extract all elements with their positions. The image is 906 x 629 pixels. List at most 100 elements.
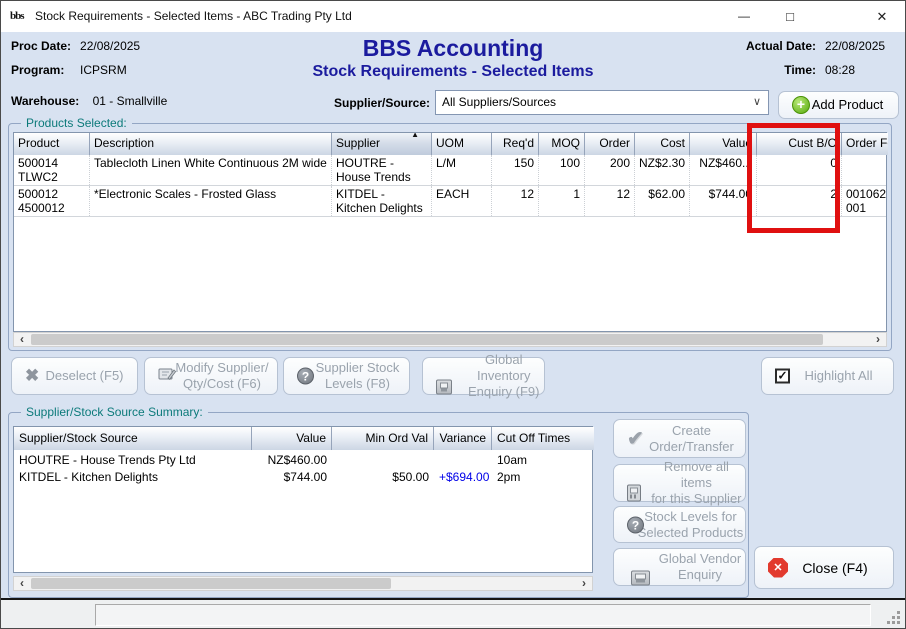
cell-value: $744.00	[252, 469, 332, 486]
col-header-cut-off-times[interactable]: Cut Off Times	[492, 427, 594, 450]
col-header-description[interactable]: Description	[90, 133, 332, 155]
col-header-supplier-label: Supplier	[336, 136, 380, 150]
actual-date-label: Actual Date:	[746, 39, 816, 53]
summary-row[interactable]: KITDEL - Kitchen Delights $744.00 $50.00…	[14, 469, 592, 486]
question-icon: ?	[297, 368, 314, 385]
add-product-button[interactable]: + Add Product	[778, 91, 899, 119]
checkmark-icon: ✔	[627, 431, 644, 447]
checkbox-checked-icon[interactable]: ✓	[775, 369, 790, 384]
page-title: Stock Requirements - Selected Items	[151, 63, 755, 81]
highlight-all-button[interactable]: ✓ Highlight All	[761, 357, 894, 395]
supplier-stock-levels-button[interactable]: ? Supplier Stock Levels (F8)	[283, 357, 410, 395]
window-title: Stock Requirements - Selected Items - AB…	[35, 1, 352, 32]
global-inventory-enquiry-button[interactable]: Global Inventory Enquiry (F9)	[422, 357, 545, 395]
supplier-stock-line2: Levels (F8)	[325, 376, 390, 391]
actual-date-value: 22/08/2025	[825, 39, 897, 53]
window-minimize-button[interactable]: —	[721, 1, 767, 32]
stock-levels-line2: Selected Products	[638, 525, 744, 540]
cell-cost: $62.00	[635, 186, 690, 216]
printer-icon	[436, 379, 452, 394]
product-code-line: 4500012	[18, 201, 85, 215]
col-header-value[interactable]: Value	[252, 427, 332, 450]
summary-hscrollbar[interactable]: ‹ ›	[13, 576, 593, 591]
sort-ascending-icon: ▲	[411, 133, 419, 139]
product-code-line: TLWC2	[18, 170, 85, 184]
global-inventory-line2: Enquiry (F9)	[468, 384, 540, 399]
cell-uom: EACH	[432, 186, 492, 216]
global-vendor-line1: Global Vendor	[659, 551, 741, 566]
col-header-moq[interactable]: MOQ	[539, 133, 585, 155]
cell-moq: 100	[539, 155, 585, 185]
cell-description: *Electronic Scales - Frosted Glass	[90, 186, 332, 216]
deselect-button[interactable]: ✖ Deselect (F5)	[11, 357, 138, 395]
cell-supplier: KITDEL - Kitchen Delights	[332, 186, 432, 216]
col-header-uom[interactable]: UOM	[432, 133, 492, 155]
scroll-left-icon[interactable]: ‹	[14, 333, 30, 346]
modify-supplier-button[interactable]: Modify Supplier/ Qty/Cost (F6)	[144, 357, 278, 395]
window-close-button[interactable]: ✕	[859, 1, 905, 32]
scroll-right-icon[interactable]: ›	[870, 333, 886, 346]
cell-product: 500012 4500012	[14, 186, 90, 216]
cell-min-ord-val	[332, 452, 434, 469]
summary-row[interactable]: HOUTRE - House Trends Pty Ltd NZ$460.00 …	[14, 452, 592, 469]
app-title: BBS Accounting	[151, 35, 755, 62]
stock-levels-label: Stock Levels for Selected Products	[638, 509, 744, 541]
resize-grip[interactable]	[886, 610, 900, 624]
window-maximize-button[interactable]: □	[767, 1, 813, 32]
cell-product: 500014 TLWC2	[14, 155, 90, 185]
supplier-stock-line1: Supplier Stock	[316, 360, 400, 375]
remove-all-line1: Remove all items	[664, 459, 729, 490]
col-header-value[interactable]: Value	[690, 133, 757, 155]
warehouse-row: Warehouse: 01 - Smallville	[11, 94, 167, 108]
cell-source: KITDEL - Kitchen Delights	[14, 469, 252, 486]
remove-all-label: Remove all items for this Supplier	[648, 459, 745, 507]
global-vendor-enquiry-button[interactable]: Global Vendor Enquiry	[613, 548, 746, 586]
col-header-cust-bo[interactable]: Cust B/O	[757, 133, 842, 155]
status-bar	[1, 598, 905, 628]
question-icon: ?	[627, 516, 644, 533]
create-order-transfer-button[interactable]: ✔ Create Order/Transfer	[613, 419, 746, 458]
col-header-cost[interactable]: Cost	[635, 133, 690, 155]
supplier-source-select[interactable]: All Suppliers/Sources ∨	[435, 90, 769, 115]
time-value: 08:28	[825, 63, 897, 77]
close-label: Close (F4)	[802, 560, 867, 576]
printer-icon	[631, 570, 650, 585]
summary-hscrollbar-thumb[interactable]	[31, 578, 391, 589]
deselect-label: Deselect (F5)	[45, 368, 123, 384]
product-code-line: 500012	[18, 187, 85, 201]
cell-value: NZ$460...	[690, 155, 757, 185]
scroll-right-icon[interactable]: ›	[576, 577, 592, 590]
cell-order: 12	[585, 186, 635, 216]
remove-all-items-button[interactable]: Remove all items for this Supplier	[613, 464, 746, 502]
close-button[interactable]: ✕ Close (F4)	[754, 546, 894, 589]
cell-cutoff: 2pm	[492, 469, 594, 486]
col-header-supplier[interactable]: Supplier ▲	[332, 133, 432, 155]
col-header-reqd[interactable]: Req'd	[492, 133, 539, 155]
col-header-supplier-stock-source[interactable]: Supplier/Stock Source	[14, 427, 252, 450]
products-hscrollbar[interactable]: ‹ ›	[13, 332, 887, 347]
col-header-product[interactable]: Product	[14, 133, 90, 155]
scroll-left-icon[interactable]: ‹	[14, 577, 30, 590]
cell-reqd: 12	[492, 186, 539, 216]
header-left: Proc Date: 22/08/2025 Program: ICPSRM	[11, 39, 140, 77]
app-window: bbs Stock Requirements - Selected Items …	[0, 0, 906, 629]
cell-order: 200	[585, 155, 635, 185]
col-header-min-ord-val[interactable]: Min Ord Val	[332, 427, 434, 450]
col-header-order-for[interactable]: Order For	[842, 133, 888, 155]
chevron-down-icon: ∨	[753, 91, 761, 114]
products-table: Product Description Supplier ▲ UOM Req'd…	[13, 132, 887, 332]
col-header-variance[interactable]: Variance	[434, 427, 492, 450]
col-header-order[interactable]: Order	[585, 133, 635, 155]
table-row[interactable]: 500014 TLWC2 Tablecloth Linen White Cont…	[14, 155, 886, 186]
products-hscrollbar-thumb[interactable]	[31, 334, 823, 345]
cell-order-for: 001062 001	[842, 186, 888, 216]
global-inventory-line1: Global Inventory	[477, 352, 530, 383]
create-order-line2: Order/Transfer	[649, 439, 734, 454]
cell-variance: +$694.00	[434, 469, 492, 486]
stock-levels-selected-button[interactable]: ? Stock Levels for Selected Products	[613, 506, 746, 543]
cell-min-ord-val: $50.00	[332, 469, 434, 486]
global-vendor-line2: Enquiry	[678, 567, 722, 582]
cell-cost: NZ$2.30	[635, 155, 690, 185]
cell-value: NZ$460.00	[252, 452, 332, 469]
table-row[interactable]: 500012 4500012 *Electronic Scales - Fros…	[14, 186, 886, 217]
